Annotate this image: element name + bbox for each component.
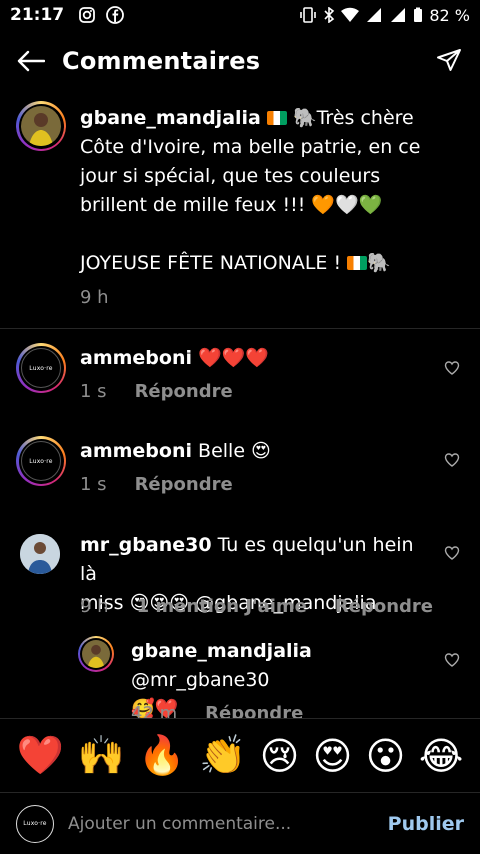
- comment-username[interactable]: ammeboni: [80, 440, 192, 462]
- signal-3g-icon: [365, 7, 383, 23]
- comment-meta: 1 s Répondre: [80, 474, 233, 495]
- quick-reactions-bar: ❤️ 🙌 🔥 👏 😢 😍 😮 😂: [0, 718, 480, 792]
- reaction-laughing[interactable]: 😂: [419, 734, 463, 778]
- page-title: Commentaires: [62, 47, 261, 75]
- caption-time: 9 h: [80, 287, 109, 308]
- comment-username[interactable]: mr_gbane30: [80, 534, 212, 556]
- comment-avatar[interactable]: [20, 534, 60, 574]
- wifi-icon: [341, 7, 360, 23]
- status-time: 21:17: [10, 5, 65, 25]
- comment-meta: 1 s Répondre: [80, 381, 233, 402]
- signal-icon: [389, 7, 407, 23]
- reaction-heart-eyes[interactable]: 😍: [313, 734, 353, 778]
- header: Commentaires: [0, 38, 480, 84]
- reaction-clap[interactable]: 👏: [199, 733, 246, 778]
- comment-avatar[interactable]: Luxo·re: [16, 436, 66, 486]
- reply-username[interactable]: gbane_mandjalia: [131, 640, 312, 662]
- comment-input[interactable]: Ajouter un commentaire...: [68, 814, 388, 834]
- facebook-icon: [106, 6, 125, 24]
- divider: [0, 328, 480, 329]
- battery-level: 82 %: [429, 5, 470, 25]
- back-arrow-icon[interactable]: [16, 46, 46, 76]
- caption-meta: 9 h: [80, 287, 109, 308]
- send-icon[interactable]: [434, 46, 464, 76]
- profile-photo: [20, 534, 60, 574]
- reaction-raised-hands[interactable]: 🙌: [77, 733, 124, 778]
- comment-meta: 9 h 1 mention J'aime Répondre: [80, 596, 433, 617]
- status-bar: 21:17 82 %: [0, 0, 480, 30]
- reaction-crying[interactable]: 😢: [260, 734, 300, 778]
- caption-username[interactable]: gbane_mandjalia: [80, 107, 261, 129]
- ivory-coast-flag-icon: [347, 256, 368, 270]
- reply-button[interactable]: Répondre: [135, 381, 233, 402]
- caption-avatar[interactable]: [16, 101, 66, 151]
- comment-composer: Luxo·re Ajouter un commentaire... Publie…: [0, 792, 480, 854]
- battery-icon: [413, 7, 423, 23]
- comment-username[interactable]: ammeboni: [80, 347, 192, 369]
- reply-avatar[interactable]: [78, 636, 114, 672]
- like-heart-icon[interactable]: [444, 360, 460, 376]
- vibrate-icon: [299, 7, 317, 23]
- profile-photo: [82, 640, 110, 668]
- ivory-coast-flag-icon: [266, 111, 287, 125]
- reply-button[interactable]: Répondre: [335, 596, 433, 617]
- caption-text: gbane_mandjalia 🐘Très chère Côte d'Ivoir…: [80, 107, 421, 274]
- comment-avatar[interactable]: Luxo·re: [16, 343, 66, 393]
- instagram-icon: [78, 6, 96, 24]
- composer-avatar: Luxo·re: [16, 804, 54, 843]
- bluetooth-icon: [323, 7, 335, 23]
- profile-photo: [21, 106, 61, 146]
- post-button[interactable]: Publier: [388, 813, 464, 835]
- reply-button[interactable]: Répondre: [135, 474, 233, 495]
- like-heart-icon[interactable]: [444, 652, 460, 668]
- reaction-surprised[interactable]: 😮: [366, 734, 406, 778]
- like-heart-icon[interactable]: [444, 452, 460, 468]
- likes-count[interactable]: 1 mention J'aime: [137, 596, 307, 617]
- like-heart-icon[interactable]: [444, 545, 460, 561]
- reaction-heart[interactable]: ❤️: [17, 733, 64, 778]
- reaction-fire[interactable]: 🔥: [138, 733, 185, 778]
- comment-text: ammeboni ❤️❤️❤️: [80, 347, 270, 369]
- comment-text: ammeboni Belle 😍: [80, 440, 271, 462]
